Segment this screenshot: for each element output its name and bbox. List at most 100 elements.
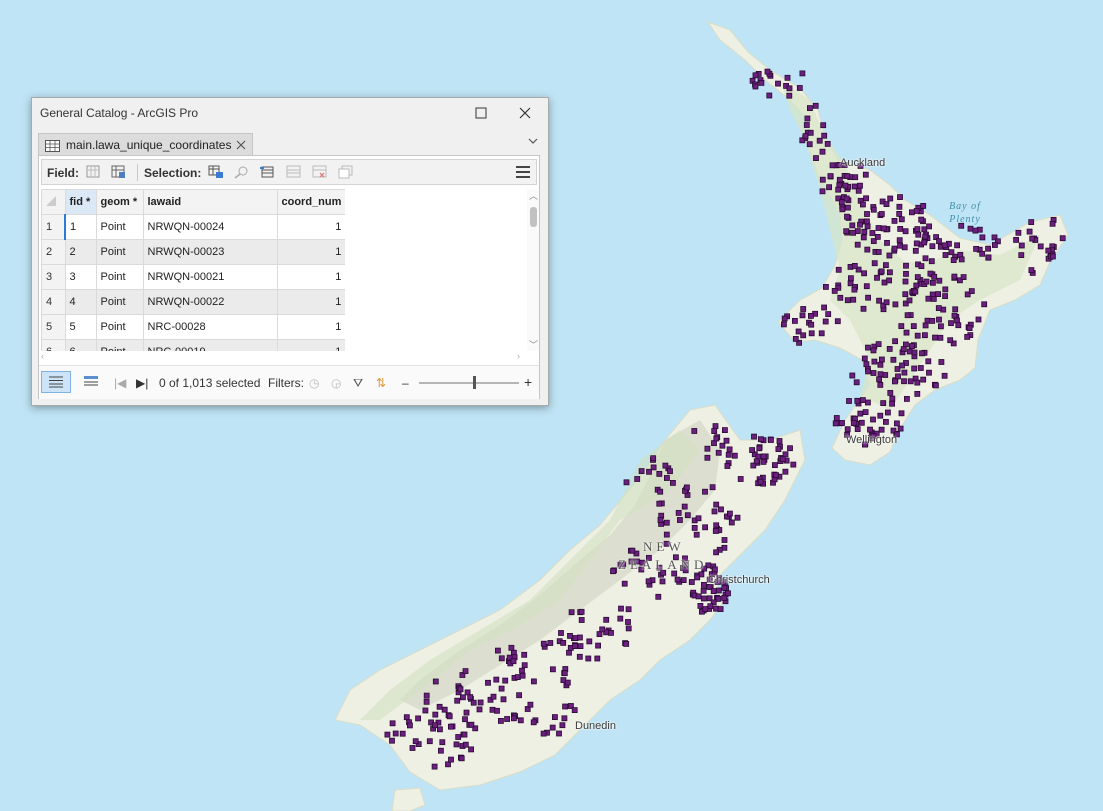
site-point[interactable] <box>821 132 828 139</box>
site-point[interactable] <box>684 512 691 519</box>
site-point[interactable] <box>850 296 857 303</box>
site-point[interactable] <box>578 617 585 623</box>
site-point[interactable] <box>886 277 892 284</box>
cell-coord-num[interactable]: 1 <box>276 264 347 290</box>
site-point[interactable] <box>898 323 905 330</box>
site-point[interactable] <box>764 68 771 75</box>
site-point[interactable] <box>701 595 707 602</box>
site-point[interactable] <box>728 519 735 526</box>
site-point[interactable] <box>559 722 566 729</box>
site-point[interactable] <box>712 423 719 430</box>
row-number-cell[interactable]: 2 <box>41 239 66 265</box>
site-point[interactable] <box>802 133 809 140</box>
cell-coord-num[interactable]: 1 <box>276 339 347 351</box>
site-point[interactable] <box>578 608 585 615</box>
site-point[interactable] <box>917 365 924 371</box>
site-point[interactable] <box>942 293 948 300</box>
site-point[interactable] <box>610 568 616 575</box>
site-point[interactable] <box>656 470 663 477</box>
site-point[interactable] <box>867 426 873 433</box>
site-point[interactable] <box>857 221 863 228</box>
site-point[interactable] <box>854 397 861 404</box>
site-point[interactable] <box>711 428 718 435</box>
site-point[interactable] <box>782 468 789 475</box>
site-point[interactable] <box>707 603 714 610</box>
site-point[interactable] <box>941 372 948 379</box>
site-point[interactable] <box>869 230 876 236</box>
site-point[interactable] <box>926 223 932 230</box>
site-point[interactable] <box>902 228 909 235</box>
cell-fid[interactable]: 3 <box>64 264 97 290</box>
site-point[interactable] <box>992 242 998 248</box>
site-point[interactable] <box>860 305 867 312</box>
site-point[interactable] <box>625 625 632 632</box>
site-point[interactable] <box>485 679 491 686</box>
site-point[interactable] <box>892 338 898 345</box>
table-row[interactable]: 5 5 Point NRC-00028 1 <box>41 314 347 340</box>
site-point[interactable] <box>629 547 636 554</box>
site-point[interactable] <box>855 187 862 194</box>
site-point[interactable] <box>839 420 845 426</box>
site-point[interactable] <box>918 263 925 270</box>
table-row[interactable]: 66PointNRC-000191 <box>41 339 347 351</box>
site-point[interactable] <box>700 587 707 594</box>
general-catalog-window[interactable]: General Catalog - ArcGIS Pro main.lawa_u… <box>31 97 549 406</box>
site-point[interactable] <box>835 186 842 193</box>
site-point[interactable] <box>406 722 413 729</box>
site-point[interactable] <box>932 334 938 341</box>
site-point[interactable] <box>599 626 606 633</box>
site-point[interactable] <box>819 188 826 195</box>
site-point[interactable] <box>808 312 814 319</box>
site-point[interactable] <box>914 332 921 339</box>
site-point[interactable] <box>688 579 695 585</box>
site-point[interactable] <box>796 85 803 91</box>
row-number-cell[interactable]: 6 <box>41 339 66 351</box>
site-point[interactable] <box>760 458 767 465</box>
site-point[interactable] <box>898 216 905 223</box>
site-point[interactable] <box>925 358 932 365</box>
site-point[interactable] <box>713 549 719 556</box>
site-point[interactable] <box>935 305 942 312</box>
site-point[interactable] <box>724 463 731 469</box>
site-point[interactable] <box>500 696 507 703</box>
site-point[interactable] <box>812 102 819 109</box>
site-point[interactable] <box>775 80 781 87</box>
site-point[interactable] <box>464 689 471 696</box>
site-point[interactable] <box>850 420 857 427</box>
site-point[interactable] <box>903 262 909 269</box>
site-point[interactable] <box>889 400 895 407</box>
site-point[interactable] <box>1029 235 1036 242</box>
site-point[interactable] <box>876 297 882 304</box>
site-point[interactable] <box>960 274 967 281</box>
site-point[interactable] <box>877 371 884 378</box>
site-point[interactable] <box>423 692 430 699</box>
site-point[interactable] <box>800 306 807 312</box>
site-point[interactable] <box>821 304 827 311</box>
site-point[interactable] <box>702 524 708 531</box>
site-point[interactable] <box>883 262 889 269</box>
site-point[interactable] <box>585 655 592 662</box>
site-point[interactable] <box>715 587 722 594</box>
site-point[interactable] <box>883 201 890 208</box>
site-point[interactable] <box>887 389 894 396</box>
site-point[interactable] <box>773 472 779 479</box>
horizontal-scrollbar[interactable]: ‹ › <box>41 351 525 363</box>
site-point[interactable] <box>887 195 894 202</box>
site-point[interactable] <box>566 649 572 656</box>
cell-coord-num[interactable]: 1 <box>276 289 347 315</box>
site-point[interactable] <box>436 703 443 710</box>
site-point[interactable] <box>902 291 909 298</box>
site-point[interactable] <box>903 270 909 277</box>
site-point[interactable] <box>656 500 663 507</box>
site-point[interactable] <box>1015 229 1022 236</box>
column-header-geom[interactable]: geom * <box>95 189 144 215</box>
site-point[interactable] <box>875 341 882 348</box>
site-point[interactable] <box>459 694 466 701</box>
site-point[interactable] <box>493 676 500 683</box>
site-point[interactable] <box>864 246 871 253</box>
site-point[interactable] <box>441 706 448 713</box>
site-point[interactable] <box>667 468 673 475</box>
row-number-cell[interactable]: 4 <box>41 289 66 315</box>
site-point[interactable] <box>752 83 759 90</box>
site-point[interactable] <box>712 566 718 573</box>
